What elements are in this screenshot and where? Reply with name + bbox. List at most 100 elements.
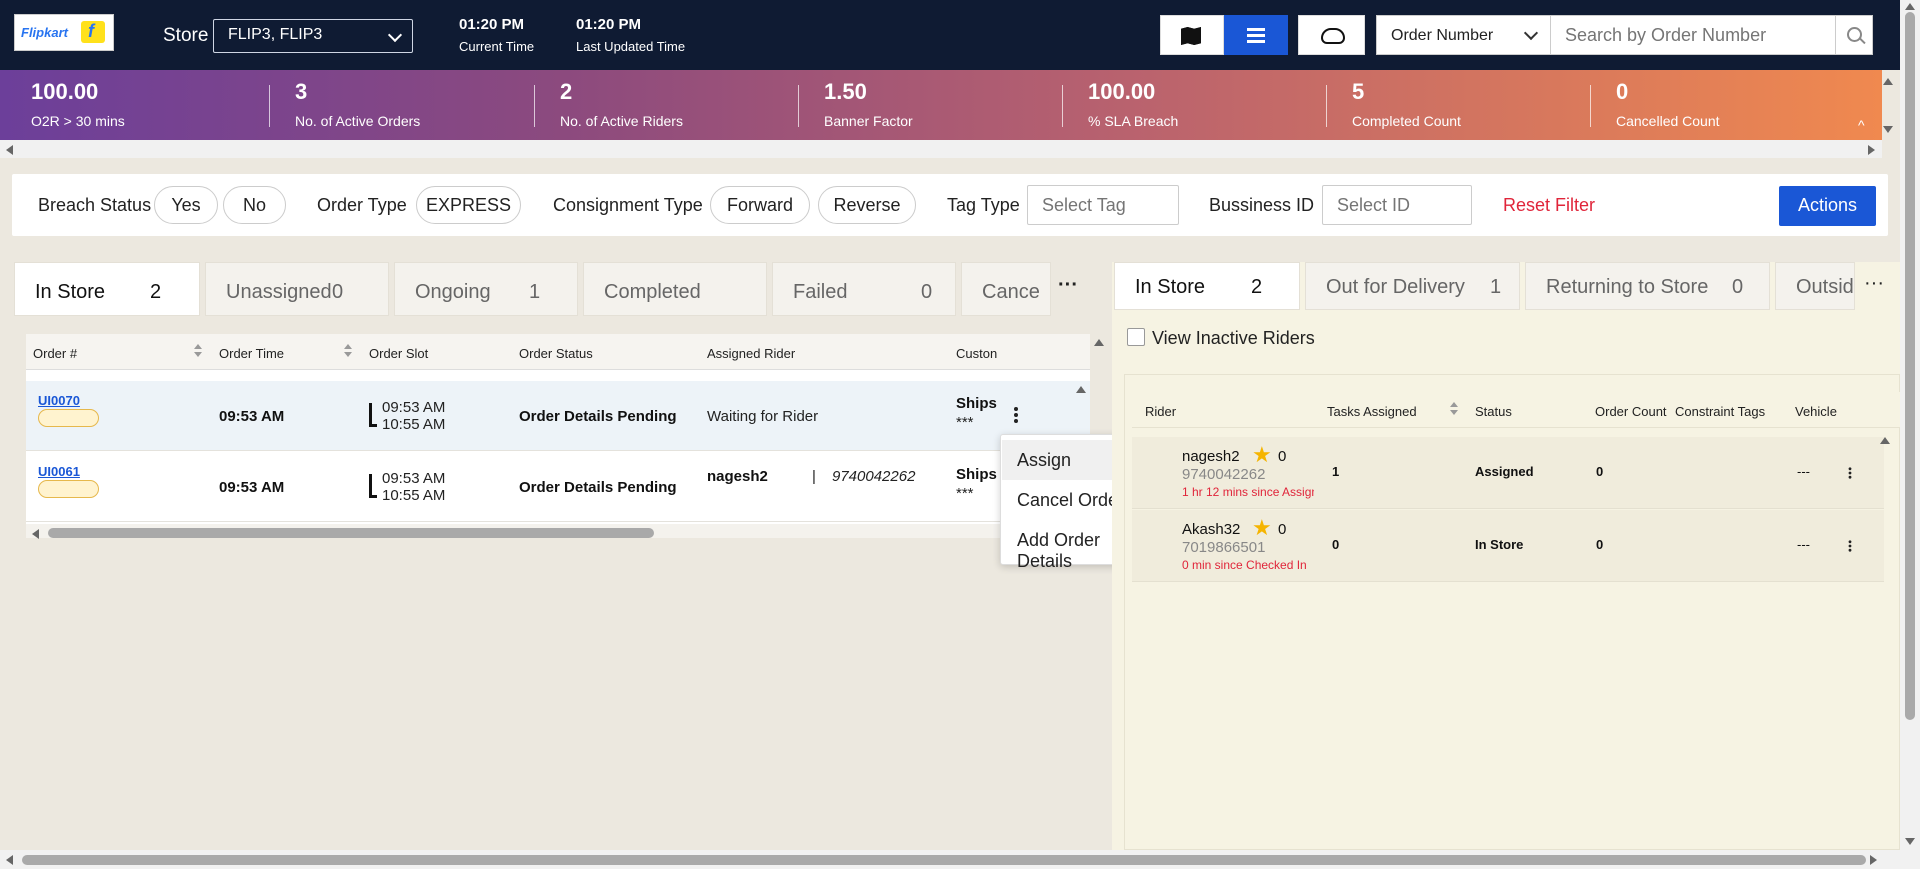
search-input[interactable] <box>1550 15 1836 55</box>
scroll-left-icon[interactable] <box>32 529 39 539</box>
tab-count: 2 <box>1251 276 1263 298</box>
col-order-number[interactable]: Order # <box>33 346 77 361</box>
rider-order-count: 0 <box>1596 537 1604 552</box>
rider-order-count: 0 <box>1596 464 1604 479</box>
scroll-left-icon[interactable] <box>6 145 13 155</box>
scroll-down-icon[interactable] <box>1883 126 1893 133</box>
weather-cloud-icon <box>1321 28 1345 44</box>
sort-icon[interactable] <box>194 344 202 358</box>
riders-table-header: Rider Tasks Assigned Status Order Count … <box>1132 392 1900 428</box>
breach-yes-chip[interactable]: Yes <box>154 186 218 224</box>
tab-ongoing[interactable]: Ongoing 1 <box>394 262 578 316</box>
more-tabs-icon[interactable]: ··· <box>1058 274 1078 297</box>
view-inactive-checkbox[interactable] <box>1127 328 1145 346</box>
metric-value: 0 <box>1616 79 1629 104</box>
consignment-forward-chip[interactable]: Forward <box>710 186 810 224</box>
order-type-express-chip[interactable]: EXPRESS <box>416 186 521 224</box>
tab-label: Completed <box>604 281 701 303</box>
col-order-time[interactable]: Order Time <box>219 346 284 361</box>
tab-count: 0 <box>921 281 933 303</box>
actions-button[interactable]: Actions <box>1779 186 1876 226</box>
page-hscroll-thumb[interactable] <box>22 855 1866 865</box>
metric-divider <box>1062 85 1063 127</box>
rider-rating: 0 <box>1278 521 1287 538</box>
tab-completed[interactable]: Completed <box>583 262 767 316</box>
rider-row[interactable]: Akash32 ★ 0 7019866501 0 min since Check… <box>1132 510 1884 582</box>
orders-table: Order # Order Time Order Slot Order Stat… <box>26 334 1090 524</box>
rider-since: 1 hr 12 mins since Assigned <box>1182 485 1314 499</box>
order-id-link[interactable]: UI0070 <box>38 393 80 408</box>
flipkart-logo[interactable]: Flipkart <box>14 14 114 51</box>
metric-label: O2R > 30 mins <box>31 113 125 129</box>
metric-active-riders: 2 No. of Active Riders <box>560 79 683 129</box>
scroll-right-icon[interactable] <box>1870 855 1877 865</box>
tab-riders-in-store[interactable]: In Store 2 <box>1114 262 1300 310</box>
orders-table-hscroll-thumb[interactable] <box>48 528 654 538</box>
scroll-up-icon[interactable] <box>1905 3 1915 10</box>
orders-table-header: Order # Order Time Order Slot Order Stat… <box>26 334 1090 370</box>
tab-cancelled[interactable]: Cance <box>961 262 1051 316</box>
breach-no-chip[interactable]: No <box>223 186 286 224</box>
scroll-up-icon[interactable] <box>1076 386 1086 393</box>
sort-icon[interactable] <box>1450 402 1458 416</box>
tag-type-select[interactable] <box>1027 185 1179 225</box>
tab-unassigned[interactable]: Unassigned 0 <box>205 262 389 316</box>
col-rider: Rider <box>1145 404 1177 419</box>
view-inactive-label: View Inactive Riders <box>1152 328 1315 348</box>
metric-completed-count: 5 Completed Count <box>1352 79 1461 129</box>
business-id-select[interactable] <box>1322 185 1472 225</box>
scroll-up-icon[interactable] <box>1880 437 1890 444</box>
col-customer: Custon <box>956 346 998 361</box>
rider-tasks: 0 <box>1332 537 1340 552</box>
tab-label: Unassigned <box>226 281 332 303</box>
collapse-metrics-button[interactable]: ^ <box>1858 117 1865 133</box>
scroll-up-icon[interactable] <box>1883 78 1893 85</box>
customer-masked: *** <box>956 485 974 502</box>
star-icon: ★ <box>1252 442 1272 467</box>
order-time: 09:53 AM <box>219 408 285 425</box>
metric-label: % SLA Breach <box>1088 113 1179 129</box>
table-row[interactable]: UI0070 09:53 AM 09:53 AM 10:55 AM Order … <box>26 381 1090 451</box>
slot-bracket-icon <box>369 403 377 427</box>
rider-row[interactable]: nagesh2 ★ 0 9740042262 1 hr 12 mins sinc… <box>1132 437 1884 509</box>
order-time: 09:53 AM <box>219 479 285 496</box>
search-icon[interactable] <box>1835 15 1873 55</box>
scroll-down-icon[interactable] <box>1905 838 1915 845</box>
map-view-button[interactable] <box>1160 15 1224 55</box>
rider-menu-icon[interactable] <box>1848 540 1852 552</box>
tab-outside[interactable]: Outsid <box>1775 262 1855 310</box>
tab-failed[interactable]: Failed 0 <box>772 262 956 316</box>
tab-in-store[interactable]: In Store 2 <box>14 262 200 316</box>
metric-value: 3 <box>295 79 308 104</box>
last-updated-label: Last Updated Time <box>576 39 686 54</box>
weather-button[interactable] <box>1298 15 1365 55</box>
metric-divider <box>534 85 535 127</box>
scroll-up-icon[interactable] <box>1094 339 1104 346</box>
customer-name: Ships <box>956 466 997 483</box>
reset-filter-link[interactable]: Reset Filter <box>1503 195 1595 216</box>
page-vscroll-thumb[interactable] <box>1905 12 1915 720</box>
store-select[interactable]: FLIP3, FLIP3 <box>213 19 413 53</box>
scroll-left-icon[interactable] <box>6 855 13 865</box>
consignment-reverse-chip[interactable]: Reverse <box>818 186 916 224</box>
order-tabs: In Store 2 Unassigned 0 Ongoing 1 Comple… <box>14 262 1090 316</box>
search-type-value: Order Number <box>1391 27 1494 44</box>
rider-menu-icon[interactable] <box>1848 467 1852 479</box>
tab-out-for-delivery[interactable]: Out for Delivery 1 <box>1305 262 1520 310</box>
scroll-right-icon[interactable] <box>1868 145 1875 155</box>
current-time-value: 01:20 PM <box>459 16 525 33</box>
search-type-select[interactable]: Order Number <box>1376 15 1551 55</box>
list-view-button[interactable] <box>1224 15 1288 55</box>
metric-active-orders: 3 No. of Active Orders <box>295 79 420 129</box>
row-menu-icon[interactable] <box>1014 407 1018 423</box>
col-order-status: Order Status <box>519 346 593 361</box>
more-tabs-icon[interactable]: ··· <box>1864 272 1884 295</box>
metric-label: Cancelled Count <box>1616 113 1720 129</box>
customer-masked: *** <box>956 414 974 431</box>
col-tasks-assigned[interactable]: Tasks Assigned <box>1327 404 1417 419</box>
table-row[interactable]: UI0061 09:53 AM 09:53 AM 10:55 AM Order … <box>26 452 1090 522</box>
sort-icon[interactable] <box>344 344 352 358</box>
tab-returning-to-store[interactable]: Returning to Store 0 <box>1525 262 1770 310</box>
metrics-scrollbar[interactable] <box>0 140 1882 158</box>
order-id-link[interactable]: UI0061 <box>38 464 80 479</box>
